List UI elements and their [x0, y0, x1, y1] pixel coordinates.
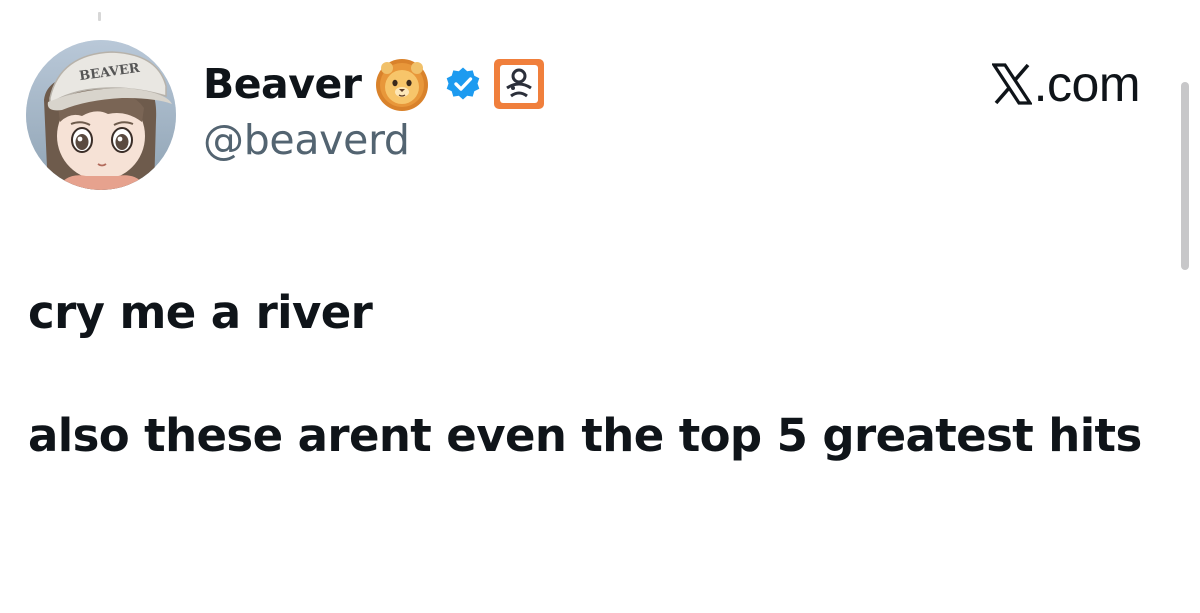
brand-domain: .com	[1033, 56, 1141, 112]
tweet-line-2: also these arent even the top 5 greatest…	[28, 409, 1142, 463]
avatar[interactable]: BEAVER	[26, 40, 176, 190]
lion-emoji-icon	[373, 55, 431, 113]
avatar-image: BEAVER	[26, 40, 176, 190]
username-handle[interactable]: @beaverd	[203, 120, 410, 161]
tweet-text: cry me a river also these arent even the…	[28, 282, 1148, 466]
tweet-line-1: cry me a river	[28, 286, 373, 339]
x-logo-icon	[990, 63, 1033, 105]
affiliate-badge-icon[interactable]	[493, 58, 545, 110]
display-name[interactable]: Beaver	[203, 63, 362, 105]
author-name-row: Beaver	[203, 54, 545, 114]
tweet-card: BEAVER Beaver @beaverd .com cry me a riv…	[0, 0, 1200, 613]
top-mark	[98, 12, 101, 21]
brand-watermark: .com	[990, 56, 1141, 112]
verified-badge-icon[interactable]	[445, 66, 481, 102]
scrollbar[interactable]	[1181, 82, 1189, 270]
